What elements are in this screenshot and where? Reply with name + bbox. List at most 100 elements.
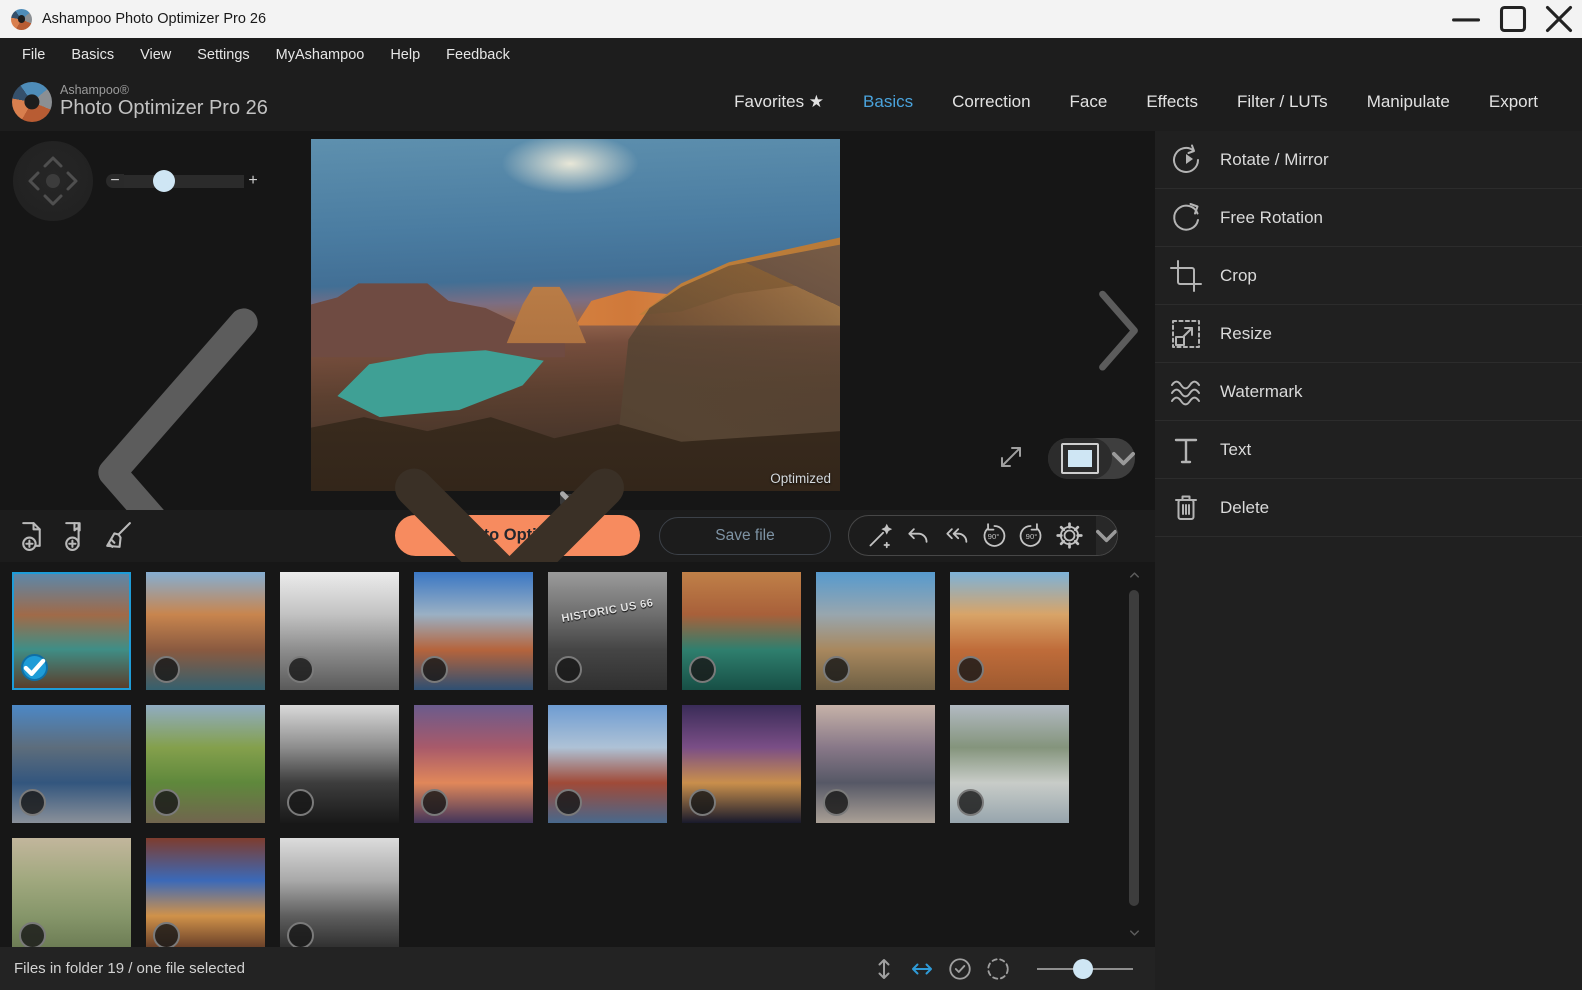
- select-badge[interactable]: [555, 656, 582, 683]
- save-file-button[interactable]: Save file: [659, 517, 831, 555]
- fullscreen-button[interactable]: [995, 441, 1027, 473]
- select-badge[interactable]: [287, 789, 314, 816]
- thumbnail-temple-incense[interactable]: [146, 838, 265, 947]
- tab-correction[interactable]: Correction: [952, 92, 1030, 112]
- thumbnail-route-66-road[interactable]: HISTORIC US 66: [548, 572, 667, 690]
- menu-item-feedback[interactable]: Feedback: [433, 38, 523, 72]
- select-badge[interactable]: [555, 789, 582, 816]
- thumbnail-buddha-statue[interactable]: [12, 838, 131, 947]
- compare-view-button[interactable]: [1048, 438, 1135, 479]
- tool-item-rotate-mirror[interactable]: Rotate / Mirror: [1155, 131, 1582, 189]
- magic-wand-icon[interactable]: [865, 521, 894, 550]
- select-badge[interactable]: [689, 656, 716, 683]
- select-all-button[interactable]: [947, 956, 973, 982]
- gear-icon[interactable]: [1055, 521, 1084, 550]
- thumbnail-cinque-terre-village[interactable]: [146, 572, 265, 690]
- watermark-icon: [1168, 374, 1204, 410]
- undo-icon[interactable]: [903, 521, 932, 550]
- menu-item-settings[interactable]: Settings: [184, 38, 262, 72]
- close-button[interactable]: [1536, 0, 1582, 38]
- menu-item-file[interactable]: File: [9, 38, 58, 72]
- thumbnail-fjord-harbor[interactable]: [12, 705, 131, 823]
- thumbnail-red-boathouse-lake[interactable]: [548, 705, 667, 823]
- tool-item-free-rotation[interactable]: Free Rotation: [1155, 189, 1582, 247]
- auto-optimize-button[interactable]: Auto Optimize: [395, 515, 640, 556]
- thumbnail-venice-gondolas-bw[interactable]: [280, 838, 399, 947]
- selected-check-badge[interactable]: [21, 654, 48, 681]
- quick-actions-dropdown[interactable]: [1096, 516, 1117, 555]
- thumbnail-harbor-boathouses[interactable]: [414, 572, 533, 690]
- tab-export[interactable]: Export: [1489, 92, 1538, 112]
- thumbnail-monument-valley[interactable]: [950, 572, 1069, 690]
- minimize-button[interactable]: [1444, 0, 1490, 38]
- rotate-right-90-icon[interactable]: 90°: [1017, 521, 1046, 550]
- tab-favorites[interactable]: Favorites ★: [734, 92, 824, 112]
- zoom-slider[interactable]: − +: [106, 168, 262, 194]
- select-badge[interactable]: [19, 922, 46, 947]
- tool-label: Watermark: [1220, 382, 1303, 402]
- select-badge[interactable]: [823, 789, 850, 816]
- undo-all-icon[interactable]: [941, 521, 970, 550]
- thumbnail-stone-staircase-bw[interactable]: [280, 705, 399, 823]
- maximize-button[interactable]: [1490, 0, 1536, 38]
- select-badge[interactable]: [153, 789, 180, 816]
- tool-item-resize[interactable]: Resize: [1155, 305, 1582, 363]
- tool-item-crop[interactable]: Crop: [1155, 247, 1582, 305]
- pan-control[interactable]: [13, 141, 93, 221]
- fit-width-button[interactable]: [909, 956, 935, 982]
- thumbnail-lake-powell-canyon[interactable]: [12, 572, 131, 690]
- thumbnail-sunset-skyline[interactable]: [414, 705, 533, 823]
- select-badge[interactable]: [153, 922, 180, 947]
- zoom-out-icon[interactable]: −: [106, 174, 124, 188]
- check-icon: [23, 658, 46, 677]
- tool-item-delete[interactable]: Delete: [1155, 479, 1582, 537]
- zoom-slider-track[interactable]: [124, 175, 244, 188]
- thumbnail-fog-bridge-bw[interactable]: [280, 572, 399, 690]
- rotate-left-90-icon[interactable]: 90°: [979, 521, 1008, 550]
- tool-item-text[interactable]: Text: [1155, 421, 1582, 479]
- select-badge[interactable]: [19, 789, 46, 816]
- tab-basics[interactable]: Basics: [863, 92, 913, 112]
- tab-manipulate[interactable]: Manipulate: [1367, 92, 1450, 112]
- zoom-in-icon[interactable]: +: [244, 172, 262, 190]
- select-badge[interactable]: [421, 789, 448, 816]
- menu-item-basics[interactable]: Basics: [58, 38, 127, 72]
- select-badge[interactable]: [689, 789, 716, 816]
- select-badge[interactable]: [287, 922, 314, 947]
- tab-effects[interactable]: Effects: [1146, 92, 1198, 112]
- select-badge[interactable]: [823, 656, 850, 683]
- thumbnail-horseshoe-bend[interactable]: [682, 572, 801, 690]
- add-file-button[interactable]: [16, 519, 49, 552]
- tab-filter-luts[interactable]: Filter / LUTs: [1237, 92, 1328, 112]
- thumbnail-night-city-lights[interactable]: [682, 705, 801, 823]
- close-icon: [1536, 0, 1582, 42]
- menu-item-view[interactable]: View: [127, 38, 184, 72]
- select-badge[interactable]: [421, 656, 448, 683]
- scroll-up-icon[interactable]: [1130, 572, 1139, 578]
- thumbnail-skyline-reflection[interactable]: [816, 705, 935, 823]
- select-badge[interactable]: [957, 789, 984, 816]
- next-image-button[interactable]: [1082, 285, 1155, 376]
- thumbnail-lake-bled-church[interactable]: [950, 705, 1069, 823]
- thumbnail-scrollbar[interactable]: [1129, 590, 1139, 906]
- deselect-button[interactable]: [985, 956, 1011, 982]
- select-badge[interactable]: [287, 656, 314, 683]
- scroll-down-icon[interactable]: [1130, 930, 1139, 936]
- tool-item-watermark[interactable]: Watermark: [1155, 363, 1582, 421]
- arrows-vertical-icon: [871, 956, 897, 982]
- thumbnail-size-thumb[interactable]: [1073, 959, 1093, 979]
- thumbnail-mailboxes-row[interactable]: [816, 572, 935, 690]
- add-folder-button[interactable]: [59, 519, 92, 552]
- menu-item-help[interactable]: Help: [377, 38, 433, 72]
- select-badge[interactable]: [957, 656, 984, 683]
- select-badge[interactable]: [153, 656, 180, 683]
- zoom-slider-thumb[interactable]: [153, 170, 175, 192]
- menu-item-myashampoo[interactable]: MyAshampoo: [263, 38, 378, 72]
- clear-list-button[interactable]: [101, 519, 134, 552]
- toolbar: Auto Optimize Save file 90° 90°: [0, 510, 1155, 562]
- compare-view-dropdown[interactable]: [1112, 451, 1135, 466]
- tab-face[interactable]: Face: [1070, 92, 1108, 112]
- thumbnail-old-green-truck[interactable]: [146, 705, 265, 823]
- thumbnail-size-slider[interactable]: [1037, 958, 1133, 980]
- fit-height-button[interactable]: [871, 956, 897, 982]
